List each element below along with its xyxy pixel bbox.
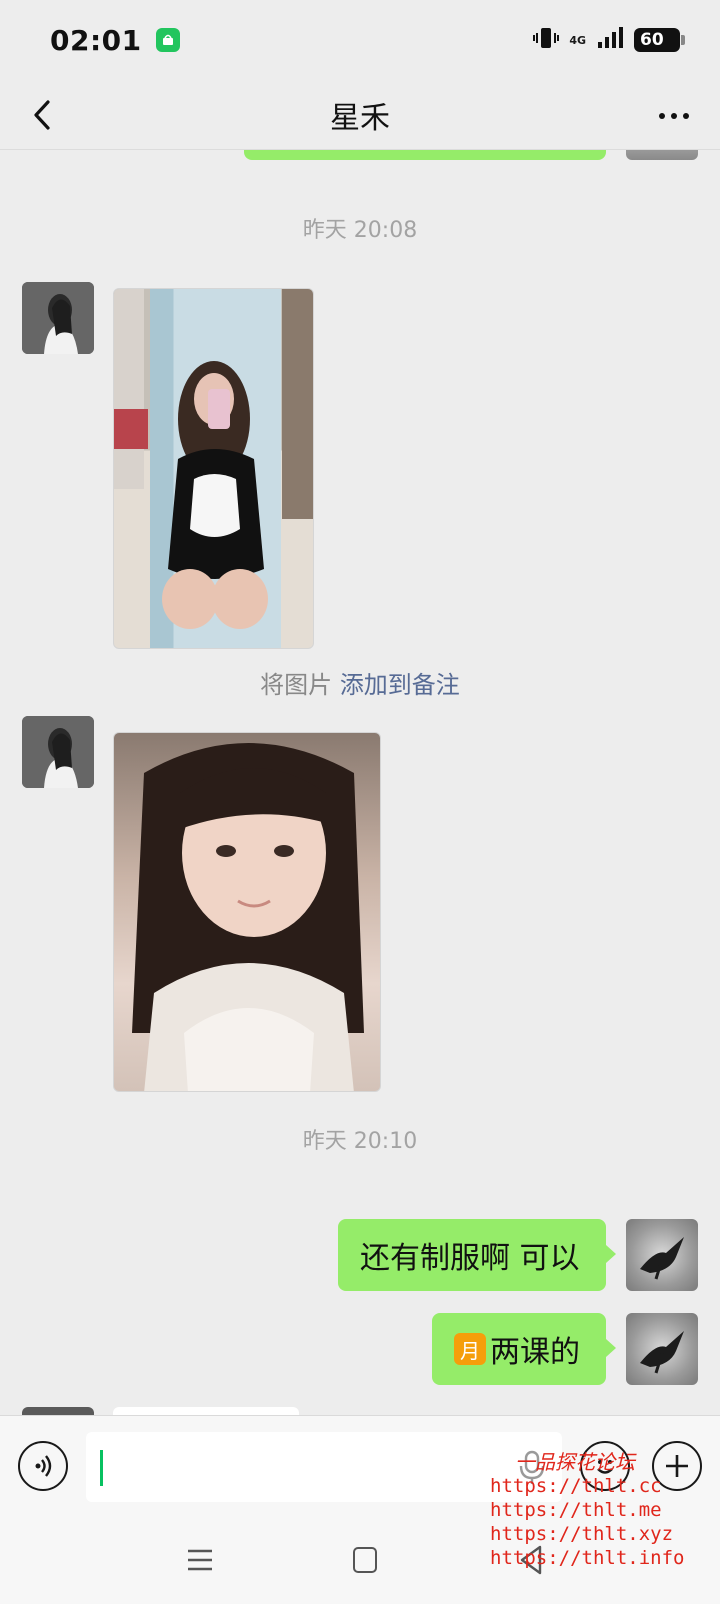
contact-avatar[interactable] (22, 1407, 94, 1415)
message-bubble[interactable]: 月 两课的 (432, 1313, 616, 1385)
image-message[interactable] (113, 288, 314, 649)
chat-title: 星禾 (330, 100, 390, 136)
watermark-link: https://thlt.xyz (490, 1523, 674, 1545)
my-avatar[interactable] (626, 150, 698, 160)
watermark-title: 一品探花论坛 (515, 1450, 635, 1474)
chat-messages[interactable]: 昨天 20:08 将图片 添加到备注 昨天 20:10 还有制服啊 可以 月 两… (0, 150, 720, 1415)
watermark: 一品探花论坛 https://thlt.cc https://thlt.me h… (490, 1450, 685, 1570)
back-icon[interactable] (26, 94, 66, 136)
contact-avatar[interactable] (22, 716, 94, 788)
timestamp: 昨天 20:08 (302, 218, 418, 243)
home-icon[interactable] (353, 1547, 377, 1573)
signal-icon (596, 26, 624, 54)
chat-header: 星禾 (0, 80, 720, 150)
watermark-link: https://thlt.info (490, 1547, 685, 1569)
moon-emoji-icon: 月 (454, 1333, 486, 1365)
message-bubble[interactable] (113, 1407, 299, 1415)
watermark-link: https://thlt.me (490, 1499, 662, 1521)
contact-avatar[interactable] (22, 282, 94, 354)
timestamp: 昨天 20:10 (302, 1129, 418, 1154)
vibrate-icon (533, 25, 560, 55)
system-note: 将图片 添加到备注 (0, 665, 720, 700)
battery-indicator: 60 (634, 28, 685, 52)
message-text: 还有制服啊 可以 (360, 1241, 580, 1276)
previous-message-bubble[interactable] (244, 150, 606, 160)
image-message[interactable] (113, 732, 381, 1092)
status-bar: 02:01 4G 60 (0, 0, 720, 80)
app-notification-icon (155, 28, 180, 52)
my-avatar[interactable] (626, 1313, 698, 1385)
voice-input-icon[interactable] (18, 1441, 68, 1491)
system-note-prefix: 将图片 (260, 671, 333, 699)
my-avatar[interactable] (626, 1219, 698, 1291)
more-options-icon[interactable] (654, 104, 694, 128)
text-caret (100, 1450, 103, 1486)
message-text: 两课的 (490, 1335, 580, 1370)
add-to-remark-link[interactable]: 添加到备注 (340, 671, 460, 699)
status-time: 02:01 (50, 23, 142, 57)
message-bubble[interactable]: 还有制服啊 可以 (338, 1219, 616, 1291)
menu-icon[interactable] (186, 1546, 214, 1574)
watermark-link: https://thlt.cc (490, 1475, 662, 1497)
network-type: 4G (569, 33, 586, 47)
